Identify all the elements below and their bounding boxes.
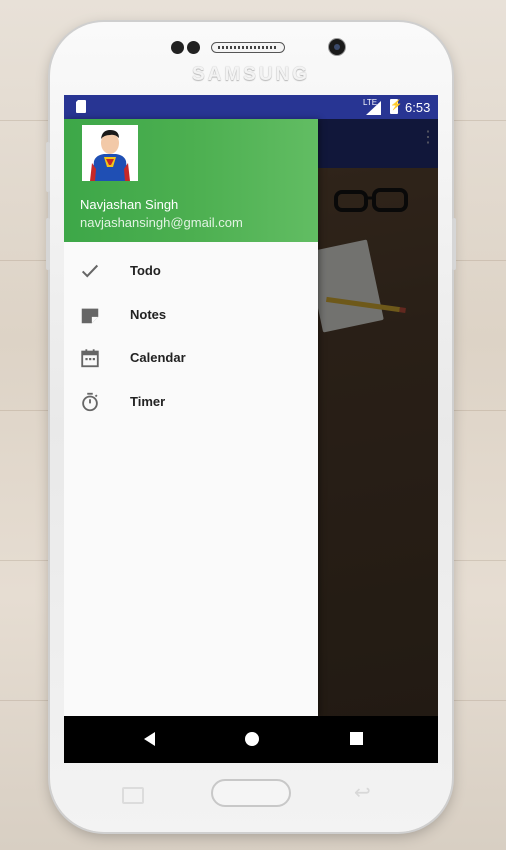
timer-icon [82,392,98,411]
note-icon [81,308,99,323]
back-icon[interactable] [144,732,155,746]
hardware-home-button[interactable] [211,779,291,807]
home-icon[interactable] [245,732,259,746]
menu-item-todo[interactable]: Todo [64,249,318,293]
light-sensor [187,41,200,54]
drawer-menu: Todo Notes Calendar Timer [64,249,318,423]
superman-avatar-icon [82,125,138,181]
drawer-header: Navjashan Singh navjashansingh@gmail.com [64,119,318,242]
earpiece-speaker [211,42,285,53]
user-name: Navjashan Singh [80,197,179,212]
phone-frame: SAMSUNG ⋮ LTE 6:53 [46,22,456,832]
brand-logo: SAMSUNG [191,64,311,85]
signal-icon [366,101,381,115]
menu-item-calendar[interactable]: Calendar [64,336,318,380]
hardware-back-icon[interactable]: ↩ [354,780,371,805]
user-email: navjashansingh@gmail.com [80,215,243,230]
volume-down-key [46,218,50,270]
screen: ⋮ LTE 6:53 [64,95,438,763]
sd-card-icon [75,99,86,113]
menu-item-timer[interactable]: Timer [64,380,318,424]
status-time: 6:53 [405,100,431,115]
avatar[interactable] [82,125,138,181]
system-nav-bar [64,716,438,763]
status-bar: LTE 6:53 [64,95,438,119]
menu-item-label: Calendar [130,350,186,365]
menu-item-notes[interactable]: Notes [64,293,318,337]
proximity-sensor [171,41,184,54]
battery-charging-icon [390,99,402,114]
menu-item-label: Todo [130,263,161,278]
check-icon [81,264,99,278]
navigation-drawer: Navjashan Singh navjashansingh@gmail.com… [64,119,318,716]
hardware-recent-key[interactable] [122,787,144,804]
front-camera [328,38,346,56]
calendar-icon [81,349,99,368]
menu-item-label: Timer [130,393,166,409]
power-key [452,218,456,270]
volume-up-key [46,142,50,192]
recent-apps-icon[interactable] [350,732,363,745]
menu-item-label: Notes [130,306,167,322]
